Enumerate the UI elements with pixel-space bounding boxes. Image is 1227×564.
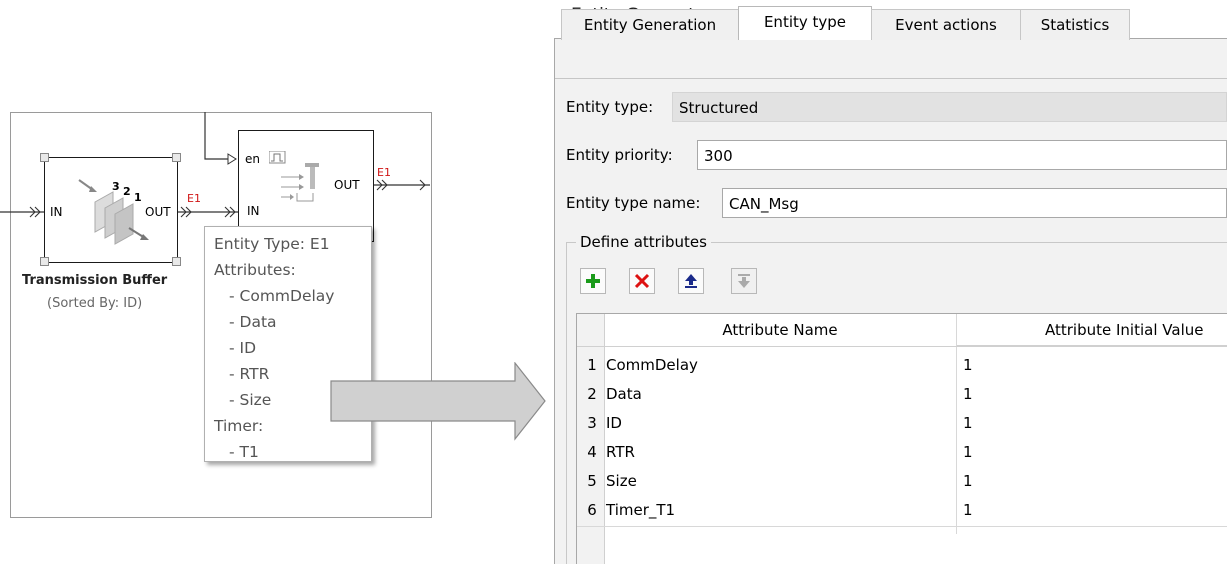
attribute-value-cell[interactable]: 1 — [963, 351, 973, 380]
gate-in-port-label: IN — [247, 204, 260, 218]
entity-type-name-field[interactable]: CAN_Msg — [722, 188, 1227, 218]
transmission-buffer-block[interactable]: IN OUT 3 2 1 — [44, 157, 178, 263]
tooltip-line: - ID — [229, 339, 257, 357]
attribute-value-cell[interactable]: 1 — [963, 409, 973, 438]
arrow-up-icon — [685, 274, 697, 288]
queue-digit-1: 1 — [134, 191, 142, 204]
resize-handle[interactable] — [172, 153, 181, 162]
tab-strip-divider — [555, 78, 1227, 79]
tab-statistics[interactable]: Statistics — [1020, 9, 1130, 40]
table-row[interactable]: 3 ID 1 — [577, 409, 1227, 438]
tooltip-line: Timer: — [214, 417, 264, 435]
plus-icon — [586, 274, 600, 288]
arrow-down-icon — [738, 274, 750, 288]
row-index: 4 — [587, 443, 597, 461]
gate-icon — [269, 151, 319, 202]
table-row[interactable]: 2 Data 1 — [577, 380, 1227, 409]
queue-icon: 3 2 1 — [78, 179, 149, 245]
gate-out-signal-label: E1 — [377, 166, 391, 179]
tooltip-line: - Data — [229, 313, 277, 331]
x-icon — [634, 273, 650, 289]
queue-digit-3: 3 — [112, 180, 120, 193]
attribute-value-cell[interactable]: 1 — [963, 467, 973, 496]
resize-handle[interactable] — [172, 257, 181, 266]
row-index: 6 — [587, 501, 597, 519]
callout-arrow-icon — [330, 362, 546, 441]
entity-type-name-label: Entity type name: — [566, 194, 701, 212]
row-index: 1 — [587, 356, 597, 374]
tooltip-line: Entity Type: E1 — [214, 235, 330, 253]
column-header-attribute-name[interactable]: Attribute Name — [604, 314, 956, 347]
attribute-value-cell[interactable]: 1 — [963, 380, 973, 409]
attribute-name-cell[interactable]: Size — [606, 467, 637, 496]
buffer-out-signal-label: E1 — [187, 192, 201, 205]
attribute-value-cell[interactable]: 1 — [963, 438, 973, 467]
tooltip-line: - T1 — [229, 443, 259, 461]
entity-priority-label: Entity priority: — [566, 146, 673, 164]
attribute-name-cell[interactable]: Timer_T1 — [606, 496, 675, 525]
buffer-in-port-label: IN — [50, 205, 63, 219]
enable-port-icon — [227, 153, 237, 165]
table-row[interactable]: 4 RTR 1 — [577, 438, 1227, 467]
row-index: 3 — [587, 414, 597, 432]
attributes-table[interactable]: Attribute Name Attribute Initial Value 1… — [576, 313, 1227, 564]
attribute-value-cell[interactable]: 1 — [963, 496, 973, 525]
tooltip-line: - Size — [229, 391, 272, 409]
define-attributes-label: Define attributes — [576, 233, 711, 251]
move-down-button[interactable] — [731, 268, 757, 294]
table-row[interactable]: 5 Size 1 — [577, 467, 1227, 496]
add-attribute-button[interactable] — [580, 268, 606, 294]
buffer-block-title: Transmission Buffer — [22, 273, 168, 288]
queue-digit-2: 2 — [123, 185, 131, 198]
gate-en-port-label: en — [245, 152, 260, 166]
tooltip-line: Attributes: — [214, 261, 296, 279]
attribute-name-cell[interactable]: CommDelay — [606, 351, 698, 380]
delete-attribute-button[interactable] — [629, 268, 655, 294]
entity-type-dropdown[interactable]: Structured — [672, 92, 1227, 122]
move-up-button[interactable] — [678, 268, 704, 294]
attribute-name-cell[interactable]: Data — [606, 380, 642, 409]
attribute-name-cell[interactable]: RTR — [606, 438, 635, 467]
tab-event-actions[interactable]: Event actions — [871, 9, 1021, 40]
row-index: 2 — [587, 385, 597, 403]
entity-priority-field[interactable]: 300 — [697, 140, 1227, 170]
tooltip-line: - CommDelay — [229, 287, 335, 305]
resize-handle[interactable] — [40, 257, 49, 266]
buffer-block-subtitle: (Sorted By: ID) — [47, 296, 143, 311]
tooltip-line: - RTR — [229, 365, 270, 383]
signal-line-enable[interactable] — [204, 112, 236, 160]
resize-handle[interactable] — [40, 153, 49, 162]
tab-entity-generation[interactable]: Entity Generation — [561, 9, 739, 40]
entity-type-label: Entity type: — [566, 98, 654, 116]
attribute-name-cell[interactable]: ID — [606, 409, 622, 438]
table-row[interactable]: 6 Timer_T1 1 — [577, 496, 1227, 525]
table-row[interactable]: 1 CommDelay 1 — [577, 351, 1227, 380]
row-index: 5 — [587, 472, 597, 490]
tab-entity-type[interactable]: Entity type — [738, 6, 872, 40]
column-header-attribute-initial-value[interactable]: Attribute Initial Value — [957, 314, 1227, 346]
